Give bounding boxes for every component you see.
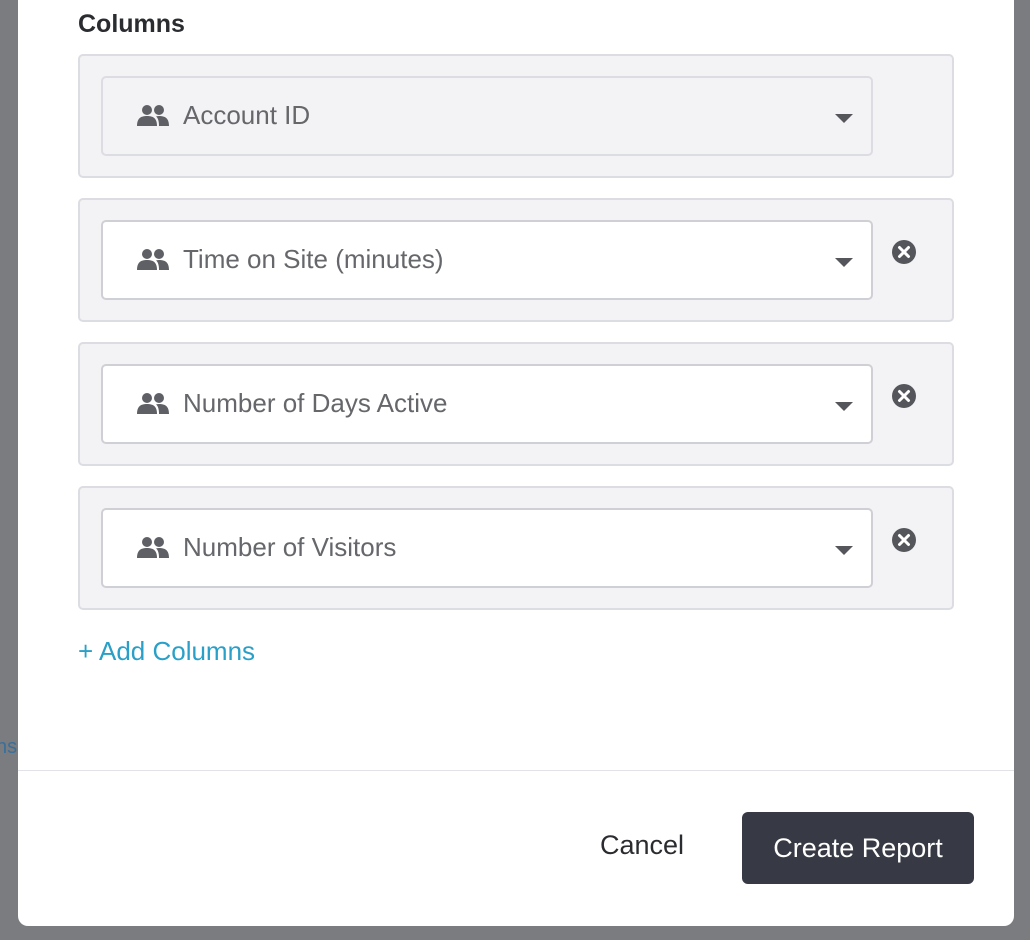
cancel-button[interactable]: Cancel	[600, 830, 684, 861]
column-select-visitors[interactable]: Number of Visitors	[101, 508, 873, 588]
chevron-down-icon	[835, 258, 853, 267]
remove-column-icon[interactable]	[892, 240, 916, 264]
remove-column-icon[interactable]	[892, 384, 916, 408]
column-select-account-id[interactable]: Account ID	[101, 76, 873, 156]
create-report-modal: Columns Account ID Time on Site (minutes…	[18, 0, 1014, 926]
column-row: Number of Days Active	[78, 342, 954, 466]
chevron-down-icon	[835, 114, 853, 123]
column-select-label: Time on Site (minutes)	[183, 244, 444, 274]
people-icon	[137, 249, 169, 270]
column-select-days-active[interactable]: Number of Days Active	[101, 364, 873, 444]
create-report-button[interactable]: Create Report	[742, 812, 974, 884]
column-select-time-on-site[interactable]: Time on Site (minutes)	[101, 220, 873, 300]
chevron-down-icon	[835, 546, 853, 555]
column-row: Time on Site (minutes)	[78, 198, 954, 322]
people-icon	[137, 105, 169, 126]
remove-column-icon[interactable]	[892, 528, 916, 552]
column-select-label: Account ID	[183, 100, 311, 130]
people-icon	[137, 393, 169, 414]
people-icon	[137, 537, 169, 558]
columns-section-title: Columns	[78, 10, 185, 38]
add-columns-link[interactable]: + Add Columns	[78, 636, 255, 667]
backdrop-partial-text: ns	[0, 736, 18, 758]
column-row: Account ID	[78, 54, 954, 178]
column-select-label: Number of Visitors	[183, 532, 397, 562]
column-select-label: Number of Days Active	[183, 388, 448, 418]
chevron-down-icon	[835, 402, 853, 411]
column-row: Number of Visitors	[78, 486, 954, 610]
footer-divider	[18, 770, 1014, 771]
